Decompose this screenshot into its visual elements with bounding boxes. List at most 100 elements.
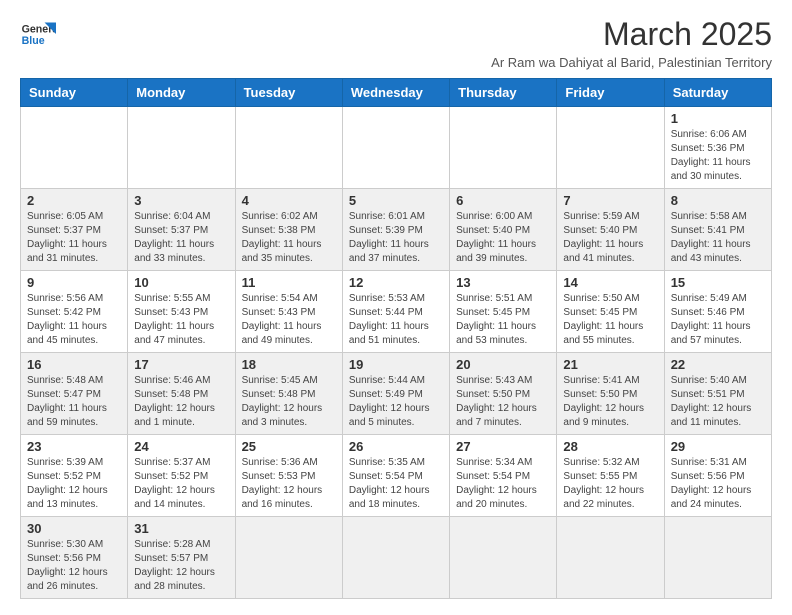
table-row: 18Sunrise: 5:45 AM Sunset: 5:48 PM Dayli… [235, 353, 342, 435]
day-info: Sunrise: 5:39 AM Sunset: 5:52 PM Dayligh… [27, 456, 121, 512]
day-number: 8 [671, 193, 765, 208]
day-number: 18 [242, 357, 336, 372]
day-info: Sunrise: 5:55 AM Sunset: 5:43 PM Dayligh… [134, 292, 228, 348]
calendar-week-row: 2 Sunrise: 6:05 AM Sunset: 5:37 PM Daylig… [21, 189, 772, 271]
table-row: 2 Sunrise: 6:05 AM Sunset: 5:37 PM Daylig… [21, 189, 128, 271]
table-row: 12 Sunrise: 5:53 AM Sunset: 5:44 PM Dayli… [342, 271, 449, 353]
day-info: Sunrise: 6:05 AM Sunset: 5:37 PM Dayligh… [27, 210, 121, 266]
table-row: 17Sunrise: 5:46 AM Sunset: 5:48 PM Dayli… [128, 353, 235, 435]
subtitle: Ar Ram wa Dahiyat al Barid, Palestinian … [491, 55, 772, 70]
day-info: Sunrise: 5:54 AM Sunset: 5:43 PM Dayligh… [242, 292, 336, 348]
table-row [664, 517, 771, 599]
table-row: 24Sunrise: 5:37 AM Sunset: 5:52 PM Dayli… [128, 435, 235, 517]
table-row: 8 Sunrise: 5:58 AM Sunset: 5:41 PM Daylig… [664, 189, 771, 271]
day-info: Sunrise: 5:44 AM Sunset: 5:49 PM Dayligh… [349, 374, 443, 430]
day-info: Sunrise: 5:49 AM Sunset: 5:46 PM Dayligh… [671, 292, 765, 348]
day-info: Sunrise: 5:58 AM Sunset: 5:41 PM Dayligh… [671, 210, 765, 266]
day-info: Sunrise: 5:48 AM Sunset: 5:47 PM Dayligh… [27, 374, 121, 430]
table-row [450, 107, 557, 189]
table-row: 6Sunrise: 6:00 AM Sunset: 5:40 PM Daylig… [450, 189, 557, 271]
table-row: 15 Sunrise: 5:49 AM Sunset: 5:46 PM Dayli… [664, 271, 771, 353]
day-number: 26 [349, 439, 443, 454]
logo-icon: General Blue [20, 16, 56, 52]
table-row [128, 107, 235, 189]
day-info: Sunrise: 6:02 AM Sunset: 5:38 PM Dayligh… [242, 210, 336, 266]
day-number: 15 [671, 275, 765, 290]
table-row [557, 107, 664, 189]
day-info: Sunrise: 5:30 AM Sunset: 5:56 PM Dayligh… [27, 538, 121, 594]
day-number: 10 [134, 275, 228, 290]
day-info: Sunrise: 5:28 AM Sunset: 5:57 PM Dayligh… [134, 538, 228, 594]
calendar-week-row: 30Sunrise: 5:30 AM Sunset: 5:56 PM Dayli… [21, 517, 772, 599]
day-number: 28 [563, 439, 657, 454]
day-number: 23 [27, 439, 121, 454]
day-number: 12 [349, 275, 443, 290]
day-number: 6 [456, 193, 550, 208]
day-info: Sunrise: 5:35 AM Sunset: 5:54 PM Dayligh… [349, 456, 443, 512]
day-info: Sunrise: 5:40 AM Sunset: 5:51 PM Dayligh… [671, 374, 765, 430]
day-number: 22 [671, 357, 765, 372]
table-row: 3 Sunrise: 6:04 AM Sunset: 5:37 PM Daylig… [128, 189, 235, 271]
logo: General Blue [20, 16, 56, 52]
header: General Blue March 2025 Ar Ram wa Dahiya… [20, 16, 772, 70]
day-info: Sunrise: 5:32 AM Sunset: 5:55 PM Dayligh… [563, 456, 657, 512]
table-row: 1Sunrise: 6:06 AM Sunset: 5:36 PM Daylig… [664, 107, 771, 189]
table-row [235, 107, 342, 189]
day-info: Sunrise: 5:51 AM Sunset: 5:45 PM Dayligh… [456, 292, 550, 348]
day-info: Sunrise: 5:53 AM Sunset: 5:44 PM Dayligh… [349, 292, 443, 348]
table-row: 22 Sunrise: 5:40 AM Sunset: 5:51 PM Dayli… [664, 353, 771, 435]
day-number: 11 [242, 275, 336, 290]
day-number: 31 [134, 521, 228, 536]
col-friday: Friday [557, 79, 664, 107]
table-row: 30Sunrise: 5:30 AM Sunset: 5:56 PM Dayli… [21, 517, 128, 599]
day-number: 21 [563, 357, 657, 372]
calendar-week-row: 16 Sunrise: 5:48 AM Sunset: 5:47 PM Dayli… [21, 353, 772, 435]
table-row [342, 517, 449, 599]
table-row: 13 Sunrise: 5:51 AM Sunset: 5:45 PM Dayli… [450, 271, 557, 353]
day-number: 16 [27, 357, 121, 372]
col-sunday: Sunday [21, 79, 128, 107]
table-row: 16 Sunrise: 5:48 AM Sunset: 5:47 PM Dayli… [21, 353, 128, 435]
day-info: Sunrise: 5:50 AM Sunset: 5:45 PM Dayligh… [563, 292, 657, 348]
table-row: 10 Sunrise: 5:55 AM Sunset: 5:43 PM Dayli… [128, 271, 235, 353]
day-number: 20 [456, 357, 550, 372]
title-area: March 2025 Ar Ram wa Dahiyat al Barid, P… [491, 16, 772, 70]
col-thursday: Thursday [450, 79, 557, 107]
day-info: Sunrise: 5:46 AM Sunset: 5:48 PM Dayligh… [134, 374, 228, 430]
table-row: 5 Sunrise: 6:01 AM Sunset: 5:39 PM Daylig… [342, 189, 449, 271]
day-number: 3 [134, 193, 228, 208]
day-number: 2 [27, 193, 121, 208]
day-info: Sunrise: 6:06 AM Sunset: 5:36 PM Dayligh… [671, 128, 765, 184]
day-number: 7 [563, 193, 657, 208]
day-number: 9 [27, 275, 121, 290]
table-row [557, 517, 664, 599]
day-info: Sunrise: 6:04 AM Sunset: 5:37 PM Dayligh… [134, 210, 228, 266]
day-info: Sunrise: 5:31 AM Sunset: 5:56 PM Dayligh… [671, 456, 765, 512]
day-number: 13 [456, 275, 550, 290]
calendar-week-row: 23 Sunrise: 5:39 AM Sunset: 5:52 PM Dayli… [21, 435, 772, 517]
table-row: 11 Sunrise: 5:54 AM Sunset: 5:43 PM Dayli… [235, 271, 342, 353]
day-number: 5 [349, 193, 443, 208]
calendar-header-row: Sunday Monday Tuesday Wednesday Thursday… [21, 79, 772, 107]
table-row: 31 Sunrise: 5:28 AM Sunset: 5:57 PM Dayli… [128, 517, 235, 599]
table-row [21, 107, 128, 189]
day-info: Sunrise: 6:01 AM Sunset: 5:39 PM Dayligh… [349, 210, 443, 266]
day-info: Sunrise: 5:59 AM Sunset: 5:40 PM Dayligh… [563, 210, 657, 266]
col-saturday: Saturday [664, 79, 771, 107]
table-row: 9Sunrise: 5:56 AM Sunset: 5:42 PM Daylig… [21, 271, 128, 353]
table-row: 27Sunrise: 5:34 AM Sunset: 5:54 PM Dayli… [450, 435, 557, 517]
day-info: Sunrise: 5:43 AM Sunset: 5:50 PM Dayligh… [456, 374, 550, 430]
day-number: 27 [456, 439, 550, 454]
table-row: 7 Sunrise: 5:59 AM Sunset: 5:40 PM Daylig… [557, 189, 664, 271]
table-row: 21Sunrise: 5:41 AM Sunset: 5:50 PM Dayli… [557, 353, 664, 435]
table-row: 4Sunrise: 6:02 AM Sunset: 5:38 PM Daylig… [235, 189, 342, 271]
col-tuesday: Tuesday [235, 79, 342, 107]
svg-text:Blue: Blue [22, 35, 45, 47]
day-number: 29 [671, 439, 765, 454]
day-number: 14 [563, 275, 657, 290]
calendar-week-row: 9Sunrise: 5:56 AM Sunset: 5:42 PM Daylig… [21, 271, 772, 353]
day-info: Sunrise: 5:36 AM Sunset: 5:53 PM Dayligh… [242, 456, 336, 512]
table-row: 23 Sunrise: 5:39 AM Sunset: 5:52 PM Dayli… [21, 435, 128, 517]
table-row: 28 Sunrise: 5:32 AM Sunset: 5:55 PM Dayli… [557, 435, 664, 517]
table-row [450, 517, 557, 599]
